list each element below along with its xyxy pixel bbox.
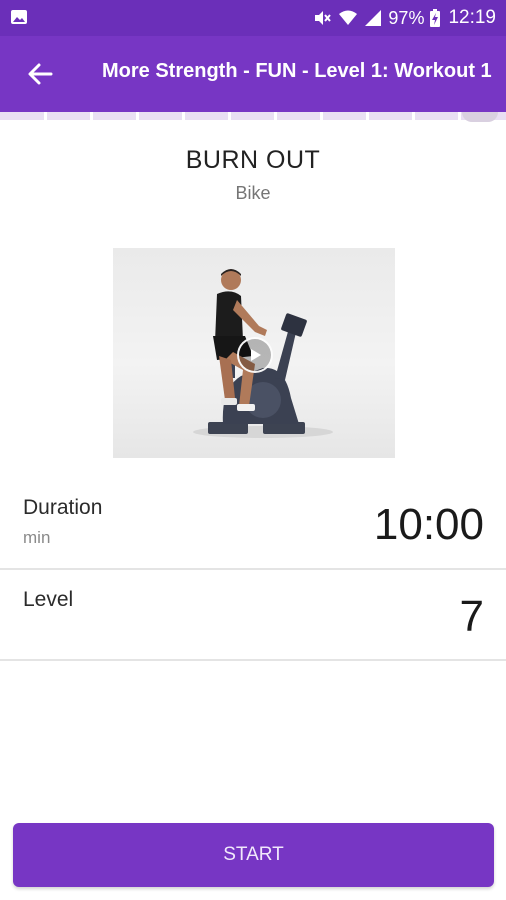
battery-charging-icon <box>430 9 441 27</box>
exercise-title: BURN OUT <box>185 146 321 174</box>
battery-percent: 97% <box>388 7 425 28</box>
level-value: 7 <box>459 592 484 641</box>
signal-icon <box>364 9 382 27</box>
progress-segment-divider <box>182 112 185 120</box>
mute-icon <box>312 8 332 28</box>
wifi-icon <box>338 9 358 27</box>
exercise-equipment: Bike <box>235 183 271 203</box>
status-icons: 97% 12:19 <box>312 6 496 30</box>
level-label: Level <box>23 588 74 611</box>
progress-segment-divider <box>366 112 369 120</box>
progress-segment-divider <box>458 112 461 120</box>
duration-label: Duration <box>23 496 103 519</box>
progress-segment-divider <box>228 112 231 120</box>
duration-unit: min <box>23 528 51 547</box>
duration-value: 10:00 <box>373 500 484 549</box>
status-bar: 97% 12:19 <box>0 0 506 36</box>
progress-current-marker <box>462 112 498 122</box>
row-divider <box>0 659 506 661</box>
clock: 12:19 <box>448 7 496 28</box>
app-bar: More Strength - FUN - Level 1: Workout 1 <box>0 36 506 112</box>
workout-progress-strip <box>0 112 506 120</box>
image-notification-icon <box>10 8 28 26</box>
duration-row: Duration min 10:00 <box>0 478 506 568</box>
progress-segment-divider <box>412 112 415 120</box>
exercise-video-thumbnail[interactable] <box>113 248 395 458</box>
play-icon <box>248 348 262 362</box>
start-button[interactable]: START <box>13 823 494 887</box>
progress-segment-divider <box>320 112 323 120</box>
page-title: More Strength - FUN - Level 1: Workout 1 <box>102 60 492 82</box>
back-button[interactable] <box>18 54 62 98</box>
play-button[interactable] <box>237 337 273 373</box>
level-row: Level 7 <box>0 570 506 660</box>
progress-segment-divider <box>90 112 93 120</box>
progress-segment-divider <box>274 112 277 120</box>
progress-segment-divider <box>136 112 139 120</box>
progress-segment-divider <box>44 112 47 120</box>
arrow-left-icon <box>27 61 53 92</box>
